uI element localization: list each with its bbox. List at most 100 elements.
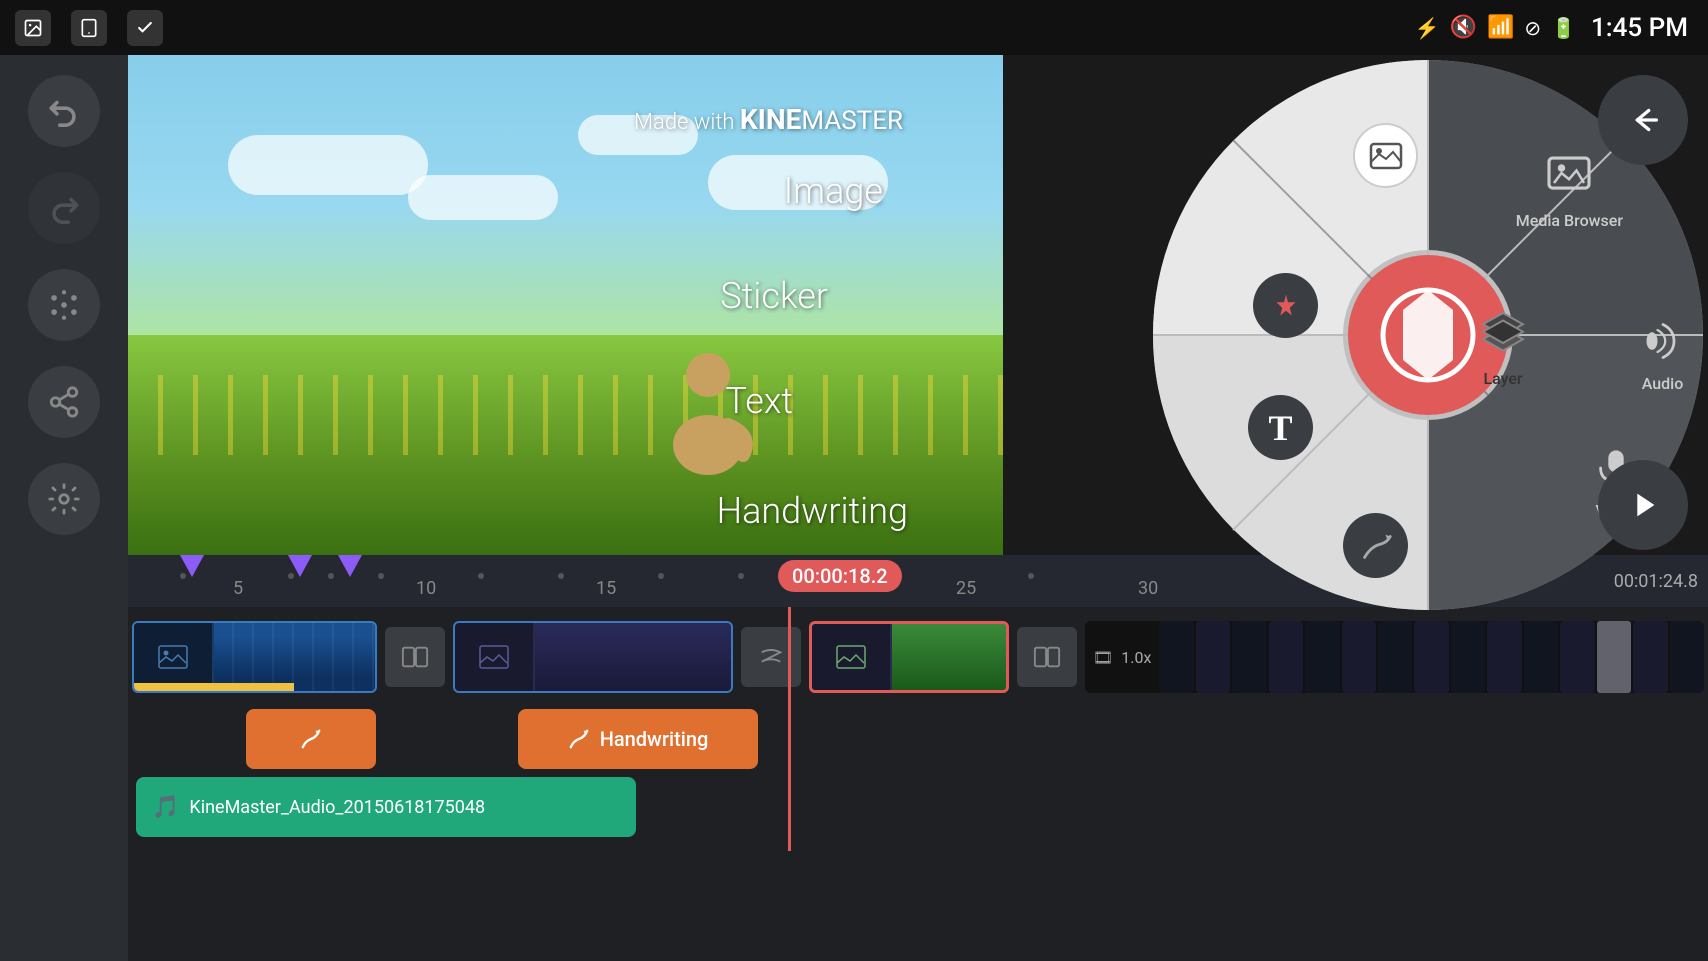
text-label: Text	[726, 380, 793, 422]
wifi-icon: 📶	[1487, 15, 1514, 40]
current-time: 00:00:18.2	[778, 560, 902, 592]
redo-button[interactable]	[28, 172, 100, 244]
strip-frames	[1159, 621, 1704, 693]
clip-2-frames	[455, 623, 731, 691]
video-clip-3[interactable]	[809, 621, 1009, 693]
alarm-icon: ⊘	[1524, 16, 1541, 40]
frame-7	[1378, 621, 1412, 693]
frame-4	[1269, 621, 1303, 693]
image-button[interactable]	[1353, 123, 1418, 188]
clip-thumb-2	[455, 623, 535, 691]
sticker-label: Sticker	[720, 275, 828, 317]
frame-14	[1633, 621, 1667, 693]
video-strip[interactable]: 🎞 1.0x	[1085, 621, 1704, 693]
film-icon: 🎞	[1093, 648, 1113, 667]
frame-1	[1159, 621, 1193, 693]
video-preview: Made with KINEMASTER Image Sticker Text …	[128, 55, 1003, 555]
watermark: Made with KINEMASTER	[634, 103, 903, 136]
playhead	[788, 607, 791, 851]
brand-name: KINE	[740, 103, 802, 136]
frame-3	[1232, 621, 1266, 693]
audio-track: 🎵 KineMaster_Audio_20150618175048	[132, 773, 1708, 841]
handwriting-track: Handwriting	[132, 705, 1708, 773]
frame-13	[1597, 621, 1631, 693]
frame-6	[1342, 621, 1376, 693]
left-sidebar	[0, 55, 128, 961]
audio-clip-1[interactable]: 🎵 KineMaster_Audio_20150618175048	[136, 777, 636, 837]
status-icons: ⚡ 🔇 📶 ⊘ 🔋	[1415, 15, 1576, 40]
app-icons	[0, 0, 200, 55]
sticker-button[interactable]	[1253, 273, 1318, 338]
handwriting-clip-1[interactable]	[246, 709, 376, 769]
clip-thumb-3	[812, 624, 892, 690]
handwriting-clip-2[interactable]: Handwriting	[518, 709, 758, 769]
battery-icon: 🔋	[1551, 16, 1576, 40]
handwriting-label: Handwriting	[717, 490, 908, 532]
audio-button[interactable]: Audio	[1635, 313, 1690, 393]
video-track: 🎞 1.0x	[128, 617, 1708, 697]
frame-10	[1487, 621, 1521, 693]
text-icon: T	[1248, 395, 1313, 460]
speed-indicator: 🎞 1.0x	[1085, 644, 1159, 671]
audio-filename: KineMaster_Audio_20150618175048	[189, 797, 485, 818]
status-bar: ⚡ 🔇 📶 ⊘ 🔋 1:45 PM	[0, 0, 1708, 55]
sticker-icon	[1253, 273, 1318, 338]
clip-content-1	[214, 623, 375, 691]
check-icon	[127, 10, 163, 46]
transition-3[interactable]	[1017, 627, 1077, 687]
clip-content-3	[892, 624, 1006, 690]
music-icon: 🎵	[152, 795, 179, 820]
audio-icon	[1635, 313, 1690, 368]
audio-label: Audio	[1642, 374, 1684, 393]
share-button[interactable]	[28, 366, 100, 438]
handwriting-icon	[1343, 513, 1408, 578]
timeline: 5 10 15 25 30 00:00:18.2 00:01:24.8	[128, 555, 1708, 961]
bluetooth-icon: ⚡	[1415, 16, 1440, 40]
image-label: Image	[784, 170, 883, 212]
media-icon	[1537, 140, 1602, 205]
frame-8	[1414, 621, 1448, 693]
handwriting-clip-label: Handwriting	[600, 727, 709, 751]
frame-11	[1524, 621, 1558, 693]
layer-button[interactable]: Layer	[1473, 303, 1533, 388]
frame-15	[1670, 621, 1704, 693]
yellow-bar	[134, 683, 294, 691]
layer-label: Layer	[1483, 369, 1522, 388]
frame-5	[1305, 621, 1339, 693]
tablet-icon	[71, 10, 107, 46]
text-button[interactable]: T	[1248, 395, 1313, 460]
video-clip-1[interactable]	[132, 621, 377, 693]
flowers	[128, 375, 1003, 455]
cloud-1	[228, 135, 428, 195]
brand-name-2: MASTER	[801, 106, 903, 136]
handwriting-button[interactable]	[1343, 513, 1408, 578]
play-button[interactable]	[1598, 460, 1688, 550]
layer-icon	[1473, 303, 1533, 363]
frame-12	[1560, 621, 1594, 693]
clip-content-2	[535, 623, 731, 691]
transition-1[interactable]	[385, 627, 445, 687]
frame-2	[1196, 621, 1230, 693]
mute-icon: 🔇	[1450, 15, 1477, 40]
undo-button[interactable]	[28, 75, 100, 147]
ruler-25: 25	[956, 578, 976, 599]
media-browser-label: Media Browser	[1516, 211, 1623, 230]
clip-3-frames	[812, 624, 1006, 690]
cloud-2	[408, 175, 558, 220]
clip-frames	[134, 623, 375, 691]
ruler-5: 5	[233, 578, 243, 599]
transition-2[interactable]	[741, 627, 801, 687]
marker-purple-3	[338, 555, 362, 577]
gallery-icon	[15, 10, 51, 46]
ruler-15: 15	[596, 578, 616, 599]
clip-thumb-1	[134, 623, 214, 691]
video-clip-2[interactable]	[453, 621, 733, 693]
image-icon	[1353, 123, 1418, 188]
settings-button[interactable]	[28, 463, 100, 535]
frame-9	[1451, 621, 1485, 693]
back-button[interactable]	[1598, 75, 1688, 165]
effects-button[interactable]	[28, 269, 100, 341]
ruler-10: 10	[416, 578, 436, 599]
speed-value: 1.0x	[1121, 648, 1151, 667]
media-browser-button[interactable]: Media Browser	[1516, 140, 1623, 230]
